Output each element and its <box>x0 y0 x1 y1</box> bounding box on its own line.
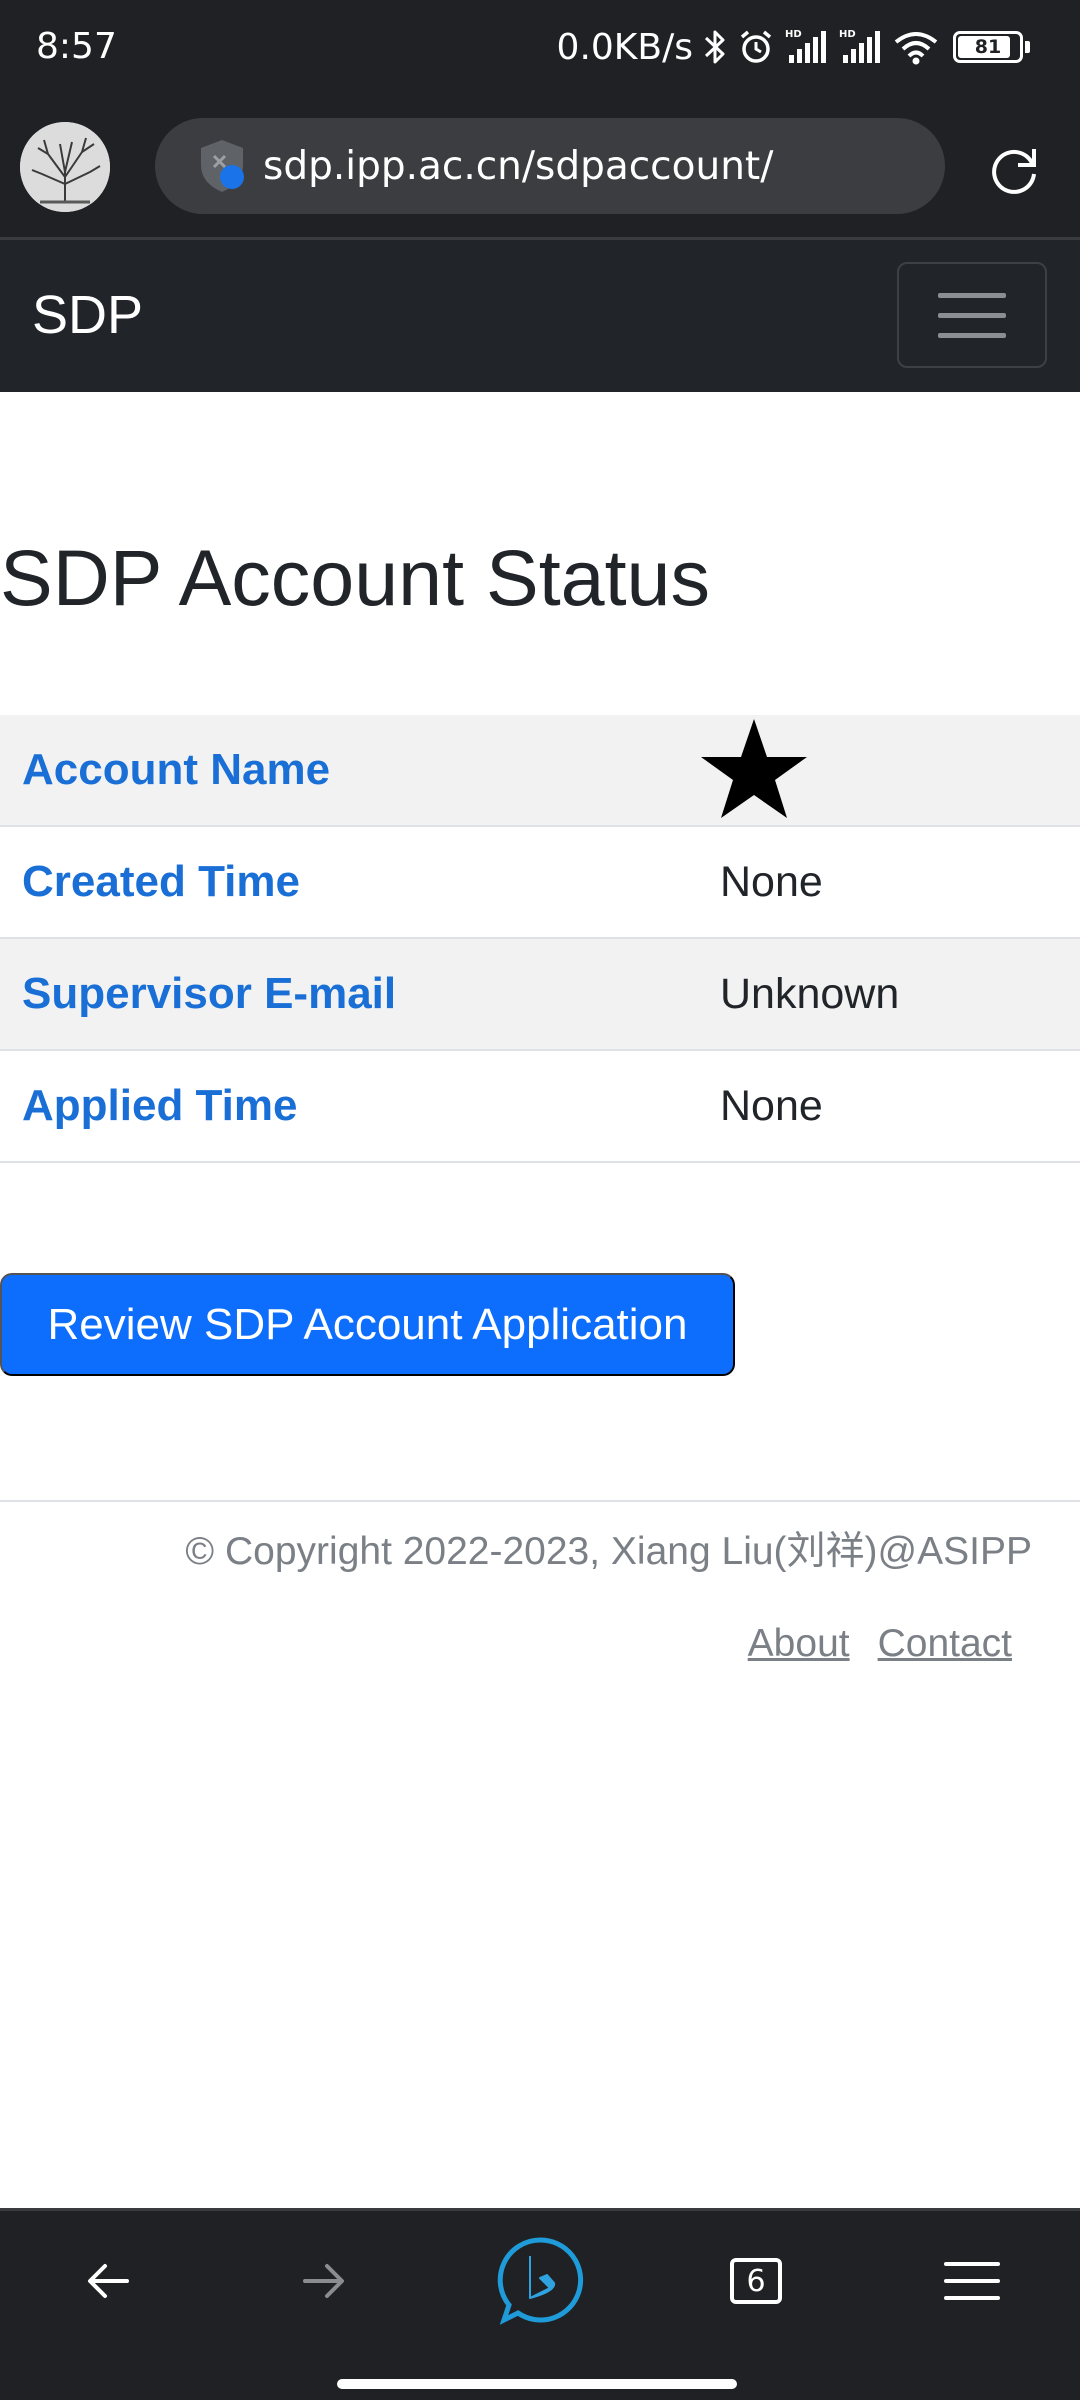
shield-icon[interactable] <box>195 137 249 195</box>
table-row: Account Name <box>0 715 1080 827</box>
svg-text:HD: HD <box>785 29 802 40</box>
battery-nub <box>1025 41 1030 53</box>
row-value: Unknown <box>720 969 900 1018</box>
table-row: Supervisor E-mail Unknown <box>0 939 1080 1051</box>
table-row: Created Time None <box>0 827 1080 939</box>
signal-hd-icon: HD <box>785 29 826 63</box>
star-icon <box>701 719 807 818</box>
account-status-table: Account Name Created Time None Superviso… <box>0 715 1080 1163</box>
url-bar[interactable]: sdp.ipp.ac.cn/sdpaccount/ <box>155 118 945 214</box>
page-title: SDP Account Status <box>0 533 710 622</box>
url-text[interactable]: sdp.ipp.ac.cn/sdpaccount/ <box>263 144 773 189</box>
profile-avatar[interactable] <box>20 122 110 212</box>
navbar-brand[interactable]: SDP <box>32 284 143 346</box>
copyright-text: © Copyright 2022-2023, Xiang Liu(刘祥)@ASI… <box>185 1530 1032 1573</box>
review-application-button[interactable]: Review SDP Account Application <box>0 1273 735 1376</box>
about-link[interactable]: About <box>748 1622 850 1666</box>
contact-link[interactable]: Contact <box>878 1622 1012 1666</box>
browser-bottom-nav: 6 <box>0 2208 1080 2400</box>
status-time: 8:57 <box>36 26 117 67</box>
status-bar: 8:57 0.0KB/s HD HD 81 <box>0 0 1080 96</box>
battery-level: 81 <box>974 36 1002 58</box>
battery-icon: 81 <box>953 31 1023 63</box>
network-speed: 0.0KB/s <box>556 26 693 68</box>
forward-arrow-icon <box>303 2264 344 2298</box>
forward-button[interactable] <box>284 2241 364 2321</box>
row-value: None <box>720 1081 823 1130</box>
bing-chat-icon <box>497 2237 584 2325</box>
tab-count: 6 <box>730 2258 782 2304</box>
navbar-toggle-button[interactable] <box>897 262 1047 368</box>
row-label: Applied Time <box>22 1081 298 1130</box>
signal-hd-icon: HD <box>839 29 880 63</box>
status-icons: 0.0KB/s HD HD 81 <box>557 22 1030 72</box>
menu-icon <box>944 2262 1000 2300</box>
hamburger-line <box>938 332 1006 338</box>
hamburger-line <box>938 292 1006 298</box>
alarm-icon <box>740 30 772 63</box>
bluetooth-icon <box>704 30 725 64</box>
browser-toolbar: sdp.ipp.ac.cn/sdpaccount/ <box>0 96 1080 240</box>
row-label: Created Time <box>22 857 300 906</box>
home-indicator[interactable] <box>337 2379 737 2389</box>
footer-links: About Contact <box>748 1622 1012 1666</box>
hamburger-line <box>938 312 1006 318</box>
row-value: None <box>720 857 823 906</box>
back-button[interactable] <box>68 2241 148 2321</box>
wifi-icon <box>894 32 938 65</box>
svg-text:HD: HD <box>839 29 856 40</box>
footer-divider <box>0 1500 1080 1502</box>
tree-icon <box>20 122 110 212</box>
back-arrow-icon <box>88 2264 129 2298</box>
row-label: Account Name <box>22 745 331 794</box>
table-row: Applied Time None <box>0 1051 1080 1163</box>
site-navbar: SDP <box>0 240 1080 392</box>
reload-icon[interactable] <box>985 141 1043 199</box>
menu-button[interactable] <box>932 2241 1012 2321</box>
row-label: Supervisor E-mail <box>22 969 397 1018</box>
bing-chat-button[interactable] <box>493 2233 587 2327</box>
tabs-button[interactable]: 6 <box>716 2241 796 2321</box>
